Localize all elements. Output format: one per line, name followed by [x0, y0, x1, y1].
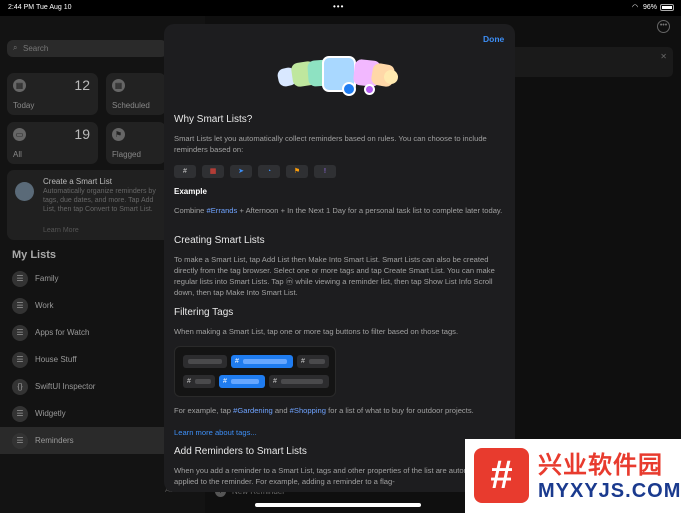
status-date: Tue Aug 10 [36, 4, 72, 11]
status-bar: 2:44 PM Tue Aug 10 ••• ◠ 96% [0, 0, 681, 16]
battery-icon [660, 4, 674, 11]
why-body: Smart Lists let you automatically collec… [174, 134, 487, 154]
list-label: Widgetly [35, 409, 66, 418]
list-label: Reminders [35, 436, 74, 445]
learn-more-tags-link[interactable]: Learn more about tags... [174, 427, 504, 438]
watermark-en: MYXYJS.COM [538, 480, 681, 502]
tile-label: Flagged [112, 150, 141, 159]
clock-icon: ◔ [258, 165, 280, 178]
filter-ex-prefix: For example, tap [174, 406, 234, 415]
calendar-icon: ▦ [112, 79, 125, 92]
tag-button: # [183, 375, 215, 388]
list-label: Work [35, 301, 54, 310]
example-prefix: Combine [174, 206, 207, 215]
status-time: 2:44 PM [8, 4, 35, 11]
tag-hash: # [235, 358, 239, 365]
watermark-logo: # [474, 448, 529, 503]
more-options-icon[interactable]: ••• [657, 20, 670, 33]
smart-list-icon [15, 182, 34, 201]
location-icon: ➤ [230, 165, 252, 178]
watermark-cn: 兴业软件园 [538, 452, 663, 479]
list-label: SwiftUI Inspector [35, 382, 96, 391]
smart-lists-sheet: Done Why Smart Lists? Smart Lists let yo… [164, 24, 515, 492]
tile-label: Today [13, 101, 35, 110]
list-icon: ☰ [12, 406, 28, 422]
tag-hash: # [301, 358, 305, 365]
search-placeholder: Search [23, 44, 49, 53]
tag-button-selected: # [219, 375, 265, 388]
list-label: Apps for Watch [35, 328, 90, 337]
filtering-body: When making a Smart List, tap one or mor… [174, 327, 459, 336]
creating-heading: Creating Smart Lists [174, 235, 265, 246]
tile-flagged[interactable]: ⚑ Flagged [106, 122, 166, 164]
filter-ex-suffix: for a list of what to buy for outdoor pr… [326, 406, 474, 415]
tile-label: Scheduled [112, 101, 150, 110]
flag-icon: ⚑ [112, 128, 125, 141]
promo-title: Create a Smart List [43, 177, 112, 186]
gardening-tag[interactable]: #Gardening [233, 406, 273, 415]
tile-label: All [13, 150, 22, 159]
list-icon: ☰ [12, 325, 28, 341]
shopping-tag[interactable]: #Shopping [290, 406, 326, 415]
filtering-heading: Filtering Tags [174, 307, 234, 318]
search-icon: ⌕ [13, 43, 18, 52]
flag-icon: ⚑ [286, 165, 308, 178]
example-suffix: + Afternoon + In the Next 1 Day for a pe… [237, 206, 503, 215]
example-body: Combine #Errands + Afternoon + In the Ne… [174, 205, 504, 216]
calendar-icon: ▦ [13, 79, 26, 92]
filtering-example: For example, tap #Gardening and #Shoppin… [174, 405, 504, 416]
tag-button [183, 355, 227, 368]
braces-icon: {} [12, 379, 28, 395]
tag-button: # [297, 355, 329, 368]
tag-hash: # [187, 378, 191, 385]
tile-count: 12 [74, 77, 90, 93]
list-icon: ☰ [12, 433, 28, 449]
learn-more-link[interactable]: Learn More [43, 227, 79, 234]
done-button[interactable]: Done [483, 34, 504, 44]
errands-tag[interactable]: #Errands [207, 206, 238, 215]
list-icon: ☰ [12, 298, 28, 314]
multitasking-dots[interactable]: ••• [333, 2, 344, 11]
search-input[interactable]: ⌕ Search [7, 40, 167, 57]
creating-body: To make a Smart List, tap Add List then … [174, 255, 495, 297]
tag-button: # [269, 375, 329, 388]
wifi-icon: ◠ [632, 4, 639, 11]
tile-scheduled[interactable]: ▦ Scheduled [106, 73, 166, 115]
tag-hash: # [273, 378, 277, 385]
tile-all[interactable]: ▭ 19 All [7, 122, 98, 164]
my-lists-heading: My Lists [12, 249, 57, 261]
close-icon[interactable]: ✕ [660, 52, 667, 61]
tile-today[interactable]: ▦ 12 Today [7, 73, 98, 115]
home-indicator[interactable] [255, 503, 421, 507]
example-heading: Example [174, 187, 207, 196]
tag-filter-example: # # # # # [174, 346, 336, 397]
calendar-icon: ▦ [202, 165, 224, 178]
promo-description: Automatically organize reminders by tags… [43, 188, 156, 213]
tag-hash: # [223, 378, 227, 385]
tray-icon: ▭ [13, 128, 26, 141]
list-label: House Stuff [35, 355, 77, 364]
why-heading: Why Smart Lists? [174, 114, 253, 125]
battery-percent: 96% [643, 4, 658, 11]
watermark: # 兴业软件园 MYXYJS.COM [465, 439, 681, 513]
priority-icon: ! [314, 165, 336, 178]
tag-button-selected: # [231, 355, 293, 368]
list-label: Family [35, 274, 59, 283]
info-banner: ✕ [505, 47, 673, 77]
adding-body: When you add a reminder to a Smart List,… [174, 466, 494, 486]
smart-lists-illustration [276, 56, 402, 100]
hash-chip: # [174, 165, 196, 178]
list-icon: ☰ [12, 352, 28, 368]
list-icon: ☰ [12, 271, 28, 287]
adding-heading: Add Reminders to Smart Lists [174, 446, 307, 457]
tile-count: 19 [74, 126, 90, 142]
filter-ex-mid: and [272, 406, 290, 415]
